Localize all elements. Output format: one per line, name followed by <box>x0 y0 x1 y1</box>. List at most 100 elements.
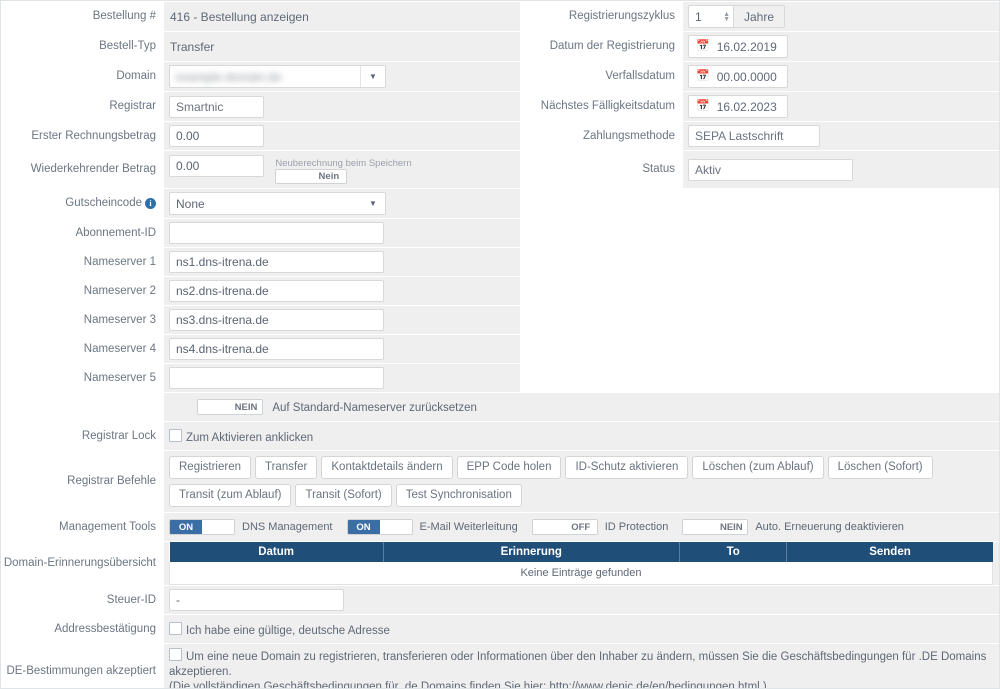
label-subscription-id: Abonnement-ID <box>1 219 164 248</box>
nameserver-5-input[interactable] <box>169 367 384 390</box>
address-confirmation-checkbox[interactable] <box>169 621 182 635</box>
management-tool-toggle[interactable]: NEIN <box>682 519 749 536</box>
toggle-track-left <box>198 400 230 415</box>
order-type-text: Transfer <box>170 39 215 54</box>
registrar-command-button[interactable]: Kontaktdetails ändern <box>321 456 453 480</box>
label-recurring-amount: Wiederkehrender Betrag <box>1 151 164 189</box>
expiry-date-value: 00.00.0000 <box>716 69 777 84</box>
de-terms-checkbox[interactable] <box>169 648 182 662</box>
value-nameserver-3 <box>164 306 520 335</box>
label-reset-nameservers <box>1 393 164 422</box>
value-registrar-commands: Registrieren Transfer Kontaktdetails änder… <box>164 451 999 513</box>
registration-date-input[interactable]: 📅 16.02.2019 <box>688 35 788 58</box>
expiry-date-input[interactable]: 📅 00.00.0000 <box>688 65 788 88</box>
tax-id-input[interactable] <box>169 589 344 612</box>
value-status: Aktiv <box>683 151 999 189</box>
voucher-code-value: None <box>176 196 205 211</box>
reminder-table-header-row: Datum Erinnerung To Senden <box>169 542 993 563</box>
label-nameserver-1: Nameserver 1 <box>1 248 164 277</box>
nameserver-2-input[interactable] <box>169 280 384 303</box>
registrar-command-button[interactable]: ID-Schutz aktivieren <box>565 456 689 480</box>
value-first-invoice-amount <box>164 122 520 150</box>
form-row-nameserver-3: Nameserver 3 <box>1 306 999 335</box>
ns2-right-label <box>520 277 683 305</box>
registrar-command-button[interactable]: Transit (zum Ablauf) <box>169 484 292 508</box>
recurring-amount-input[interactable] <box>169 155 264 177</box>
management-tool-toggle-label: ON <box>170 520 202 535</box>
ns1-right-value <box>683 248 999 276</box>
value-order-number: 416 - Bestellung anzeigen <box>164 2 520 31</box>
form-row-nameserver-2: Nameserver 2 <box>1 277 999 306</box>
status-select[interactable]: Aktiv <box>688 158 853 181</box>
reminder-table-header: To <box>679 542 788 563</box>
form-row-first-invoice: Erster Rechnungsbetrag Zahlungsmethode S… <box>1 122 999 150</box>
chevron-down-icon[interactable]: ▼ <box>360 66 385 87</box>
domain-value: example-domain.de <box>176 69 282 84</box>
value-reset-nameservers: NEIN Auf Standard-Nameserver zurücksetze… <box>164 393 999 422</box>
reminder-table-header: Erinnerung <box>383 542 680 563</box>
form-row-de-terms: DE-Bestimmungen akzeptiert Um eine neue … <box>1 644 999 688</box>
label-status: Status <box>520 151 683 189</box>
next-due-date-input[interactable]: 📅 16.02.2023 <box>688 95 788 118</box>
reminder-empty-message: Keine Einträge gefunden <box>169 562 993 586</box>
value-registrar-lock: Zum Aktivieren anklicken <box>164 422 999 451</box>
registrar-command-button[interactable]: Transfer <box>255 456 318 480</box>
value-order-type: Transfer <box>164 32 520 61</box>
registrar-lock-text: Zum Aktivieren anklicken <box>186 431 314 444</box>
nameserver-3-input[interactable] <box>169 309 384 332</box>
order-number-text[interactable]: 416 - Bestellung anzeigen <box>169 10 309 24</box>
right-empty-value-2 <box>683 219 999 247</box>
registrar-command-button[interactable]: Registrieren <box>169 456 251 480</box>
domain-select[interactable]: example-domain.de ▼ <box>169 65 386 88</box>
toggle-track-right <box>379 520 412 535</box>
info-icon[interactable]: i <box>145 197 156 209</box>
form-row-reminder-overview: Domain-Erinnerungsübersicht Datum Erinner… <box>1 542 999 586</box>
label-reminder-overview: Domain-Erinnerungsübersicht <box>1 542 164 586</box>
value-expiry-date: 📅 00.00.0000 <box>683 62 999 91</box>
management-tool-toggle-label: ON <box>347 520 380 535</box>
registrar-command-button[interactable]: Test Synchronisation <box>395 484 522 508</box>
registrar-command-button[interactable]: Löschen (zum Ablauf) <box>692 456 824 480</box>
registrar-lock-checkbox[interactable] <box>169 428 182 442</box>
chevron-down-icon[interactable]: ▼ <box>361 193 385 214</box>
reminder-table: Datum Erinnerung To Senden Keine Einträge g… <box>169 542 993 586</box>
reminder-table-empty-row: Keine Einträge gefunden <box>169 562 993 586</box>
right-empty-label-2 <box>520 219 683 247</box>
form-table: Bestellung # 416 - Bestellung anzeigen R… <box>1 1 999 688</box>
subscription-id-input[interactable] <box>169 222 384 245</box>
ns2-right-value <box>683 277 999 305</box>
registrar-command-button[interactable]: Löschen (Sofort) <box>827 456 933 480</box>
label-expiry-date: Verfallsdatum <box>520 62 683 91</box>
label-nameserver-4: Nameserver 4 <box>1 335 164 364</box>
form-row-nameserver-5: Nameserver 5 <box>1 364 999 393</box>
label-registration-cycle: Registrierungszyklus <box>520 2 683 31</box>
reset-nameservers-toggle[interactable]: NEIN <box>197 399 263 416</box>
management-tool-name: Auto. Erneuerung deaktivieren <box>755 521 904 534</box>
management-tool-toggle-label: NEIN <box>715 520 748 535</box>
form-row-order-number: Bestellung # 416 - Bestellung anzeigen R… <box>1 2 999 31</box>
management-tool-toggle[interactable]: ON <box>346 519 413 536</box>
value-voucher-code: None ▼ <box>164 189 520 219</box>
nameserver-4-input[interactable] <box>169 338 384 361</box>
payment-method-select[interactable]: SEPA Lastschrift <box>688 125 820 147</box>
registrar-command-button[interactable]: Transit (Sofort) <box>295 484 392 508</box>
first-invoice-amount-input[interactable] <box>169 125 264 147</box>
registrar-command-buttons: Registrieren Transfer Kontaktdetails änder… <box>169 456 993 512</box>
recalculate-toggle[interactable]: Nein <box>275 169 348 185</box>
status-select-wrap: Aktiv <box>688 158 853 181</box>
registrar-select[interactable]: Smartnic <box>169 95 264 118</box>
registrar-command-button[interactable]: EPP Code holen <box>456 456 562 480</box>
recalculate-on-save: Neuberechnung beim Speichern Nein <box>275 155 412 185</box>
nameserver-1-input[interactable] <box>169 251 384 274</box>
value-registration-date: 📅 16.02.2019 <box>683 32 999 61</box>
label-voucher-code: Gutscheincode i <box>1 189 164 219</box>
label-address-confirmation: Addressbestätigung <box>1 615 164 644</box>
ns3-right-value <box>683 306 999 334</box>
management-tool-toggle[interactable]: ON <box>169 519 235 536</box>
value-nameserver-2 <box>164 277 520 306</box>
registration-cycle-stepper[interactable]: 1 ▲ ▼ <box>688 5 734 28</box>
form-row-management-tools: Management Tools ON DNS Management ON E-Mai… <box>1 513 999 542</box>
stepper-arrows-icon[interactable]: ▲ ▼ <box>723 11 730 23</box>
voucher-code-select[interactable]: None ▼ <box>169 192 386 216</box>
management-tool-toggle[interactable]: OFF <box>531 519 598 536</box>
